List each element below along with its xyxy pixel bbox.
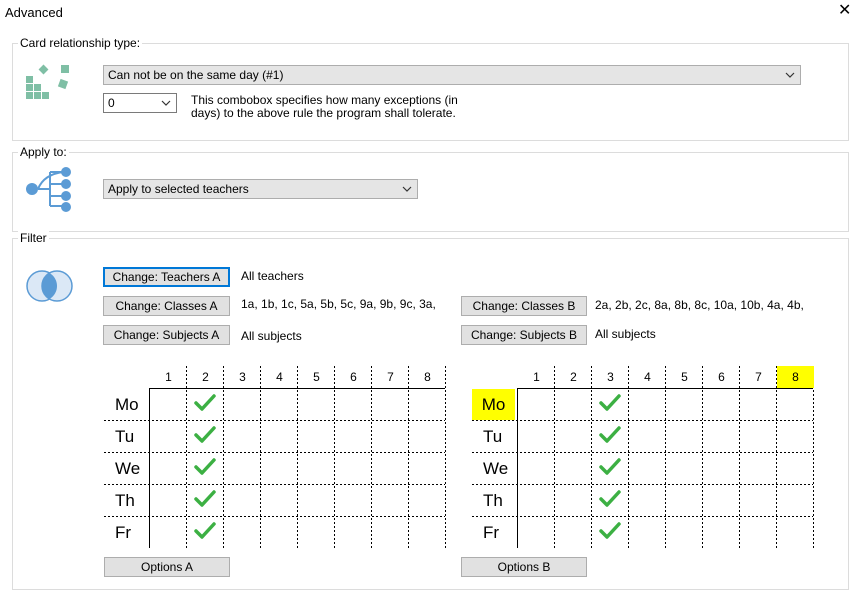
day-label[interactable]: We — [115, 453, 140, 484]
day-label[interactable]: Tu — [483, 421, 502, 452]
classes-b-value: 2a, 2b, 2c, 8a, 8b, 8c, 10a, 10b, 4a, 4b… — [595, 298, 804, 312]
options-b-button[interactable]: Options B — [461, 557, 587, 577]
period-header[interactable]: 4 — [629, 366, 666, 388]
day-label[interactable]: Fr — [483, 517, 499, 548]
day-label[interactable]: Tu — [115, 421, 134, 452]
checkmark-icon[interactable] — [599, 522, 621, 540]
relationship-type-select[interactable]: Can not be on the same day (#1) — [103, 65, 801, 85]
checkmark-icon[interactable] — [194, 458, 216, 476]
window-title: Advanced — [5, 5, 63, 20]
period-header[interactable]: 7 — [740, 366, 777, 388]
change-teachers-a-button[interactable]: Change: Teachers A — [103, 267, 230, 287]
period-header[interactable]: 5 — [298, 366, 335, 388]
change-subjects-b-button[interactable]: Change: Subjects B — [461, 325, 587, 345]
day-label[interactable]: Fr — [115, 517, 131, 548]
checkmark-icon[interactable] — [194, 522, 216, 540]
change-classes-b-button[interactable]: Change: Classes B — [461, 296, 587, 316]
grid-lines — [104, 366, 446, 548]
exceptions-value: 0 — [108, 96, 115, 110]
timetable-grid-b[interactable]: 1 2 3 4 5 6 7 8 Mo Tu We Th Fr — [472, 366, 814, 550]
checkmark-icon[interactable] — [599, 458, 621, 476]
period-header[interactable]: 8 — [409, 366, 446, 388]
period-header[interactable]: 1 — [518, 366, 555, 388]
chevron-down-icon — [161, 100, 171, 106]
period-header[interactable]: 4 — [261, 366, 298, 388]
period-header[interactable]: 1 — [150, 366, 187, 388]
grid-lines — [472, 366, 814, 548]
filter-legend: Filter — [18, 231, 49, 245]
apply-to-select[interactable]: Apply to selected teachers — [103, 179, 418, 199]
day-label[interactable]: Th — [115, 485, 135, 516]
exceptions-help-line1: This combobox specifies how many excepti… — [191, 93, 458, 107]
period-header[interactable]: 7 — [372, 366, 409, 388]
period-header[interactable]: 3 — [592, 366, 629, 388]
period-header[interactable]: 2 — [187, 366, 224, 388]
checkmark-icon[interactable] — [599, 490, 621, 508]
close-icon[interactable]: ✕ — [838, 3, 851, 19]
day-label[interactable]: We — [483, 453, 508, 484]
tree-branch-icon — [26, 167, 71, 212]
period-header[interactable]: 6 — [703, 366, 740, 388]
day-label[interactable]: Mo — [115, 389, 139, 420]
relationship-group — [12, 43, 849, 141]
period-header[interactable]: 3 — [224, 366, 261, 388]
apply-legend: Apply to: — [18, 145, 69, 159]
checkmark-icon[interactable] — [599, 426, 621, 444]
change-classes-a-button[interactable]: Change: Classes A — [103, 296, 230, 316]
checkmark-icon[interactable] — [194, 490, 216, 508]
subjects-a-value: All subjects — [241, 329, 302, 343]
classes-a-value: 1a, 1b, 1c, 5a, 5b, 5c, 9a, 9b, 9c, 3a, — [241, 297, 436, 311]
teachers-a-value: All teachers — [241, 269, 304, 283]
checkmark-icon[interactable] — [194, 426, 216, 444]
chevron-down-icon — [785, 72, 795, 78]
options-a-button[interactable]: Options A — [104, 557, 230, 577]
subjects-b-value: All subjects — [595, 327, 656, 341]
period-header[interactable]: 8 — [777, 366, 814, 388]
exceptions-select[interactable]: 0 — [103, 93, 177, 113]
checkmark-icon[interactable] — [599, 394, 621, 412]
period-header[interactable]: 6 — [335, 366, 372, 388]
apply-to-value: Apply to selected teachers — [108, 182, 249, 196]
venn-diagram-icon — [26, 270, 73, 302]
period-header[interactable]: 2 — [555, 366, 592, 388]
day-label[interactable]: Th — [483, 485, 503, 516]
change-subjects-a-button[interactable]: Change: Subjects A — [103, 325, 230, 345]
checkmark-icon[interactable] — [194, 394, 216, 412]
timetable-grid-a[interactable]: 1 2 3 4 5 6 7 8 Mo Tu We Th Fr — [104, 366, 446, 550]
period-header[interactable]: 5 — [666, 366, 703, 388]
relationship-type-value: Can not be on the same day (#1) — [108, 68, 284, 82]
chevron-down-icon — [402, 186, 412, 192]
day-label[interactable]: Mo — [472, 389, 515, 420]
relationship-legend: Card relationship type: — [18, 36, 143, 50]
exceptions-help-line2: days) to the above rule the program shal… — [191, 106, 456, 120]
cards-relationship-icon — [26, 64, 69, 99]
